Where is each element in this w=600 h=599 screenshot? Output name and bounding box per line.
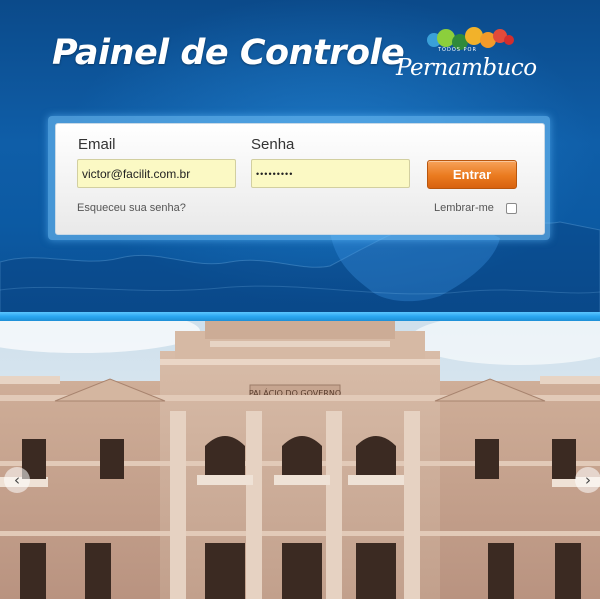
email-label: Email	[78, 136, 116, 153]
forgot-password-link[interactable]: Esqueceu sua senha?	[77, 202, 186, 214]
todos-por-pernambuco-logo: TODOS POR Pernambuco	[394, 24, 539, 86]
login-card-frame: Email Senha Entrar Esqueceu sua senha? L…	[48, 116, 550, 240]
remember-me-label: Lembrar-me	[434, 202, 494, 214]
page-title: Painel de Controle	[52, 33, 405, 73]
chevron-left-icon[interactable]: ‹	[4, 467, 30, 493]
email-field[interactable]	[77, 159, 236, 188]
chevron-right-icon[interactable]: ›	[575, 467, 600, 493]
password-label: Senha	[251, 136, 295, 153]
password-field[interactable]	[251, 159, 410, 188]
building-photo: PALÁCIO DO GOVERNO	[0, 321, 600, 599]
login-form: Email Senha Entrar Esqueceu sua senha? L…	[55, 123, 545, 235]
remember-me-checkbox[interactable]	[506, 203, 517, 214]
palacio-building-image: PALÁCIO DO GOVERNO	[0, 321, 600, 599]
header-divider	[0, 312, 600, 321]
logo-wordmark: Pernambuco	[396, 55, 537, 81]
header-banner: Painel de Controle TODOS POR Pernambuco …	[0, 0, 600, 318]
login-button[interactable]: Entrar	[427, 160, 517, 189]
logo-tagline: TODOS POR	[438, 47, 477, 53]
